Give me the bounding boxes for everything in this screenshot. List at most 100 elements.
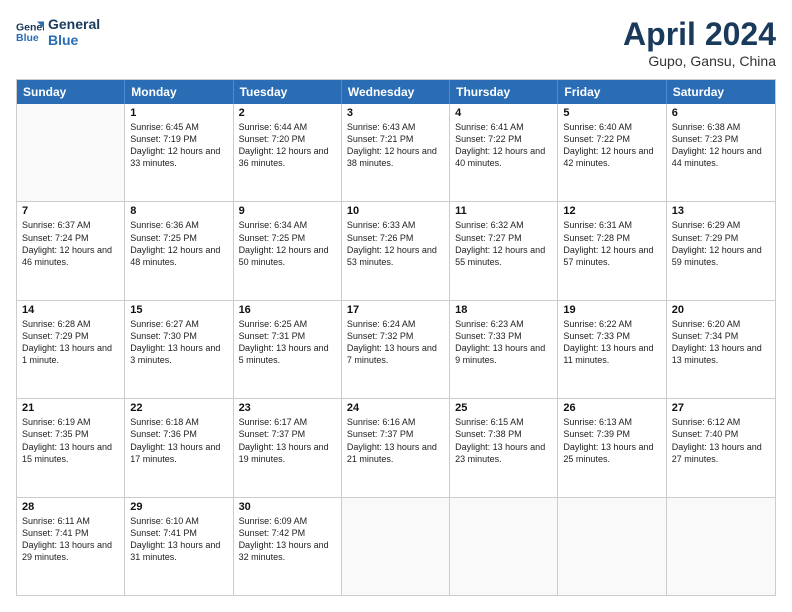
day-number: 3 — [347, 107, 444, 119]
day-number: 12 — [563, 205, 660, 217]
empty-cell — [450, 498, 558, 595]
day-info: Sunrise: 6:12 AM Sunset: 7:40 PM Dayligh… — [672, 416, 770, 465]
day-info: Sunrise: 6:20 AM Sunset: 7:34 PM Dayligh… — [672, 318, 770, 367]
logo-line1: General — [48, 16, 100, 32]
day-cell-23: 23 Sunrise: 6:17 AM Sunset: 7:37 PM Dayli… — [234, 399, 342, 496]
calendar-week-2: 7 Sunrise: 6:37 AM Sunset: 7:24 PM Daylig… — [17, 202, 775, 300]
day-number: 16 — [239, 304, 336, 316]
day-info: Sunrise: 6:34 AM Sunset: 7:25 PM Dayligh… — [239, 219, 336, 268]
day-number: 7 — [22, 205, 119, 217]
day-info: Sunrise: 6:37 AM Sunset: 7:24 PM Dayligh… — [22, 219, 119, 268]
day-info: Sunrise: 6:16 AM Sunset: 7:37 PM Dayligh… — [347, 416, 444, 465]
day-cell-18: 18 Sunrise: 6:23 AM Sunset: 7:33 PM Dayli… — [450, 301, 558, 398]
day-number: 6 — [672, 107, 770, 119]
day-cell-24: 24 Sunrise: 6:16 AM Sunset: 7:37 PM Dayli… — [342, 399, 450, 496]
day-cell-5: 5Sunrise: 6:40 AM Sunset: 7:22 PM Daylig… — [558, 104, 666, 201]
day-cell-11: 11 Sunrise: 6:32 AM Sunset: 7:27 PM Dayli… — [450, 202, 558, 299]
day-number: 22 — [130, 402, 227, 414]
day-info: Sunrise: 6:22 AM Sunset: 7:33 PM Dayligh… — [563, 318, 660, 367]
day-number: 24 — [347, 402, 444, 414]
day-info: Sunrise: 6:17 AM Sunset: 7:37 PM Dayligh… — [239, 416, 336, 465]
day-number: 29 — [130, 501, 227, 513]
day-cell-25: 25Sunrise: 6:15 AM Sunset: 7:38 PM Dayli… — [450, 399, 558, 496]
day-cell-16: 16 Sunrise: 6:25 AM Sunset: 7:31 PM Dayli… — [234, 301, 342, 398]
day-cell-17: 17Sunrise: 6:24 AM Sunset: 7:32 PM Dayli… — [342, 301, 450, 398]
day-number: 1 — [130, 107, 227, 119]
day-info: Sunrise: 6:38 AM Sunset: 7:23 PM Dayligh… — [672, 121, 770, 170]
day-info: Sunrise: 6:18 AM Sunset: 7:36 PM Dayligh… — [130, 416, 227, 465]
day-cell-4: 4 Sunrise: 6:41 AM Sunset: 7:22 PM Daylig… — [450, 104, 558, 201]
day-cell-15: 15 Sunrise: 6:27 AM Sunset: 7:30 PM Dayli… — [125, 301, 233, 398]
logo: General Blue General Blue — [16, 16, 100, 48]
day-number: 15 — [130, 304, 227, 316]
day-cell-8: 8 Sunrise: 6:36 AM Sunset: 7:25 PM Daylig… — [125, 202, 233, 299]
title-block: April 2024 Gupo, Gansu, China — [623, 16, 776, 69]
day-header-saturday: Saturday — [667, 80, 775, 104]
day-info: Sunrise: 6:09 AM Sunset: 7:42 PM Dayligh… — [239, 515, 336, 564]
day-number: 13 — [672, 205, 770, 217]
logo-line2: Blue — [48, 32, 100, 48]
calendar-week-1: 1 Sunrise: 6:45 AM Sunset: 7:19 PM Daylig… — [17, 104, 775, 202]
calendar-header: SundayMondayTuesdayWednesdayThursdayFrid… — [17, 80, 775, 104]
day-number: 18 — [455, 304, 552, 316]
empty-cell — [558, 498, 666, 595]
day-cell-7: 7 Sunrise: 6:37 AM Sunset: 7:24 PM Daylig… — [17, 202, 125, 299]
calendar-week-4: 21Sunrise: 6:19 AM Sunset: 7:35 PM Dayli… — [17, 399, 775, 497]
day-info: Sunrise: 6:43 AM Sunset: 7:21 PM Dayligh… — [347, 121, 444, 170]
day-number: 30 — [239, 501, 336, 513]
calendar: SundayMondayTuesdayWednesdayThursdayFrid… — [16, 79, 776, 596]
location: Gupo, Gansu, China — [623, 53, 776, 69]
empty-cell — [342, 498, 450, 595]
day-cell-3: 3 Sunrise: 6:43 AM Sunset: 7:21 PM Daylig… — [342, 104, 450, 201]
day-cell-19: 19Sunrise: 6:22 AM Sunset: 7:33 PM Dayli… — [558, 301, 666, 398]
day-cell-28: 28Sunrise: 6:11 AM Sunset: 7:41 PM Dayli… — [17, 498, 125, 595]
day-number: 23 — [239, 402, 336, 414]
day-cell-9: 9Sunrise: 6:34 AM Sunset: 7:25 PM Daylig… — [234, 202, 342, 299]
day-cell-6: 6 Sunrise: 6:38 AM Sunset: 7:23 PM Daylig… — [667, 104, 775, 201]
calendar-week-3: 14 Sunrise: 6:28 AM Sunset: 7:29 PM Dayli… — [17, 301, 775, 399]
day-number: 4 — [455, 107, 552, 119]
day-info: Sunrise: 6:28 AM Sunset: 7:29 PM Dayligh… — [22, 318, 119, 367]
calendar-page: General Blue General Blue April 2024 Gup… — [0, 0, 792, 612]
day-header-friday: Friday — [558, 80, 666, 104]
day-cell-27: 27 Sunrise: 6:12 AM Sunset: 7:40 PM Dayli… — [667, 399, 775, 496]
day-info: Sunrise: 6:23 AM Sunset: 7:33 PM Dayligh… — [455, 318, 552, 367]
day-info: Sunrise: 6:45 AM Sunset: 7:19 PM Dayligh… — [130, 121, 227, 170]
day-cell-21: 21Sunrise: 6:19 AM Sunset: 7:35 PM Dayli… — [17, 399, 125, 496]
month-title: April 2024 — [623, 16, 776, 53]
day-cell-26: 26Sunrise: 6:13 AM Sunset: 7:39 PM Dayli… — [558, 399, 666, 496]
day-number: 27 — [672, 402, 770, 414]
day-number: 2 — [239, 107, 336, 119]
day-info: Sunrise: 6:36 AM Sunset: 7:25 PM Dayligh… — [130, 219, 227, 268]
day-info: Sunrise: 6:27 AM Sunset: 7:30 PM Dayligh… — [130, 318, 227, 367]
day-number: 11 — [455, 205, 552, 217]
header: General Blue General Blue April 2024 Gup… — [16, 16, 776, 69]
day-cell-30: 30 Sunrise: 6:09 AM Sunset: 7:42 PM Dayli… — [234, 498, 342, 595]
day-cell-10: 10Sunrise: 6:33 AM Sunset: 7:26 PM Dayli… — [342, 202, 450, 299]
day-cell-22: 22 Sunrise: 6:18 AM Sunset: 7:36 PM Dayli… — [125, 399, 233, 496]
day-info: Sunrise: 6:29 AM Sunset: 7:29 PM Dayligh… — [672, 219, 770, 268]
day-info: Sunrise: 6:41 AM Sunset: 7:22 PM Dayligh… — [455, 121, 552, 170]
day-info: Sunrise: 6:13 AM Sunset: 7:39 PM Dayligh… — [563, 416, 660, 465]
day-number: 20 — [672, 304, 770, 316]
day-cell-1: 1 Sunrise: 6:45 AM Sunset: 7:19 PM Daylig… — [125, 104, 233, 201]
day-number: 8 — [130, 205, 227, 217]
day-cell-14: 14 Sunrise: 6:28 AM Sunset: 7:29 PM Dayli… — [17, 301, 125, 398]
day-header-tuesday: Tuesday — [234, 80, 342, 104]
day-cell-29: 29 Sunrise: 6:10 AM Sunset: 7:41 PM Dayli… — [125, 498, 233, 595]
day-header-thursday: Thursday — [450, 80, 558, 104]
day-number: 10 — [347, 205, 444, 217]
svg-text:Blue: Blue — [16, 32, 39, 44]
logo-icon: General Blue — [16, 18, 44, 46]
day-number: 17 — [347, 304, 444, 316]
day-header-wednesday: Wednesday — [342, 80, 450, 104]
day-cell-13: 13 Sunrise: 6:29 AM Sunset: 7:29 PM Dayli… — [667, 202, 775, 299]
day-info: Sunrise: 6:11 AM Sunset: 7:41 PM Dayligh… — [22, 515, 119, 564]
day-info: Sunrise: 6:25 AM Sunset: 7:31 PM Dayligh… — [239, 318, 336, 367]
day-number: 25 — [455, 402, 552, 414]
day-info: Sunrise: 6:10 AM Sunset: 7:41 PM Dayligh… — [130, 515, 227, 564]
calendar-week-5: 28Sunrise: 6:11 AM Sunset: 7:41 PM Dayli… — [17, 498, 775, 595]
day-number: 5 — [563, 107, 660, 119]
day-number: 14 — [22, 304, 119, 316]
day-info: Sunrise: 6:32 AM Sunset: 7:27 PM Dayligh… — [455, 219, 552, 268]
